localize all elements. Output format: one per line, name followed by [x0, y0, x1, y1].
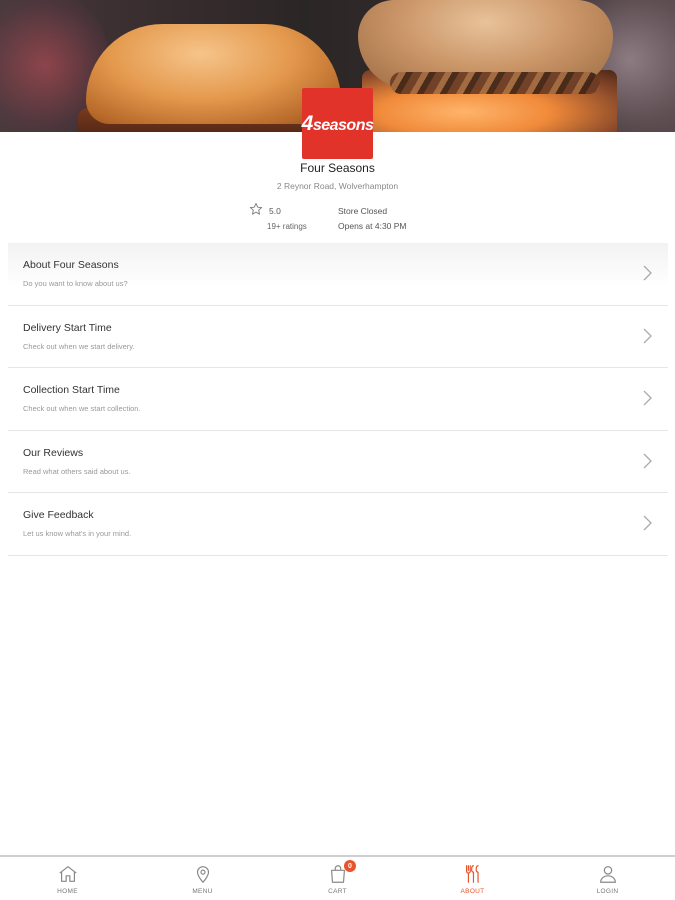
- star-icon: [249, 203, 263, 215]
- bottom-navigation: HOME MENU 0 CART ABOUT LOGIN: [0, 855, 675, 900]
- nav-label: ABOUT: [460, 888, 485, 895]
- store-name: Four Seasons: [300, 161, 375, 175]
- list-item-our-reviews[interactable]: Our Reviews Read what others said about …: [8, 431, 668, 493]
- list-item-title: Delivery Start Time: [23, 321, 112, 334]
- about-menu-list: About Four Seasons Do you want to know a…: [8, 243, 668, 556]
- map-pin-icon: [196, 866, 209, 884]
- list-item-about[interactable]: About Four Seasons Do you want to know a…: [8, 243, 668, 306]
- list-item-subtitle: Read what others said about us.: [23, 466, 131, 476]
- list-item-subtitle: Check out when we start delivery.: [23, 341, 135, 351]
- nav-label: LOGIN: [596, 888, 619, 895]
- list-item-title: About Four Seasons: [23, 259, 119, 271]
- chevron-right-icon: [643, 515, 652, 531]
- list-item-title: Give Feedback: [23, 509, 94, 521]
- store-address: 2 Reynor Road, Wolverhampton: [276, 181, 399, 191]
- nav-label: CART: [328, 888, 347, 895]
- nav-about[interactable]: ABOUT: [405, 857, 540, 900]
- nav-label: MENU: [192, 888, 213, 895]
- rating-count: 19+ ratings: [267, 222, 307, 231]
- nav-menu[interactable]: MENU: [135, 857, 270, 900]
- cart-count-badge: 0: [344, 860, 356, 872]
- list-item-subtitle: Do you want to know about us?: [23, 279, 128, 288]
- list-item-delivery-start-time[interactable]: Delivery Start Time Check out when we st…: [8, 306, 668, 368]
- list-item-title: Our Reviews: [23, 446, 84, 459]
- store-logo: 4seasons: [302, 88, 374, 159]
- chevron-right-icon: [643, 390, 652, 406]
- home-icon: [58, 866, 77, 882]
- list-item-subtitle: Check out when we start collection.: [23, 404, 141, 413]
- store-opening-time: Opens at 4:30 PM: [338, 221, 407, 231]
- chevron-right-icon: [643, 328, 652, 343]
- chevron-right-icon: [643, 265, 652, 281]
- store-status: Store Closed: [338, 206, 388, 216]
- user-icon: [599, 866, 616, 883]
- list-item-give-feedback[interactable]: Give Feedback Let us know what's in your…: [8, 493, 668, 556]
- list-item-title: Collection Start Time: [23, 384, 120, 396]
- list-item-collection-start-time[interactable]: Collection Start Time Check out when we …: [8, 368, 668, 431]
- list-item-subtitle: Let us know what's in your mind.: [23, 529, 132, 538]
- cutlery-icon: [465, 865, 479, 883]
- chevron-right-icon: [643, 453, 652, 468]
- nav-cart[interactable]: 0 CART: [270, 857, 405, 900]
- nav-label: HOME: [57, 888, 78, 895]
- nav-home[interactable]: HOME: [0, 857, 135, 900]
- nav-login[interactable]: LOGIN: [540, 857, 675, 900]
- rating-value: 5.0: [269, 206, 281, 216]
